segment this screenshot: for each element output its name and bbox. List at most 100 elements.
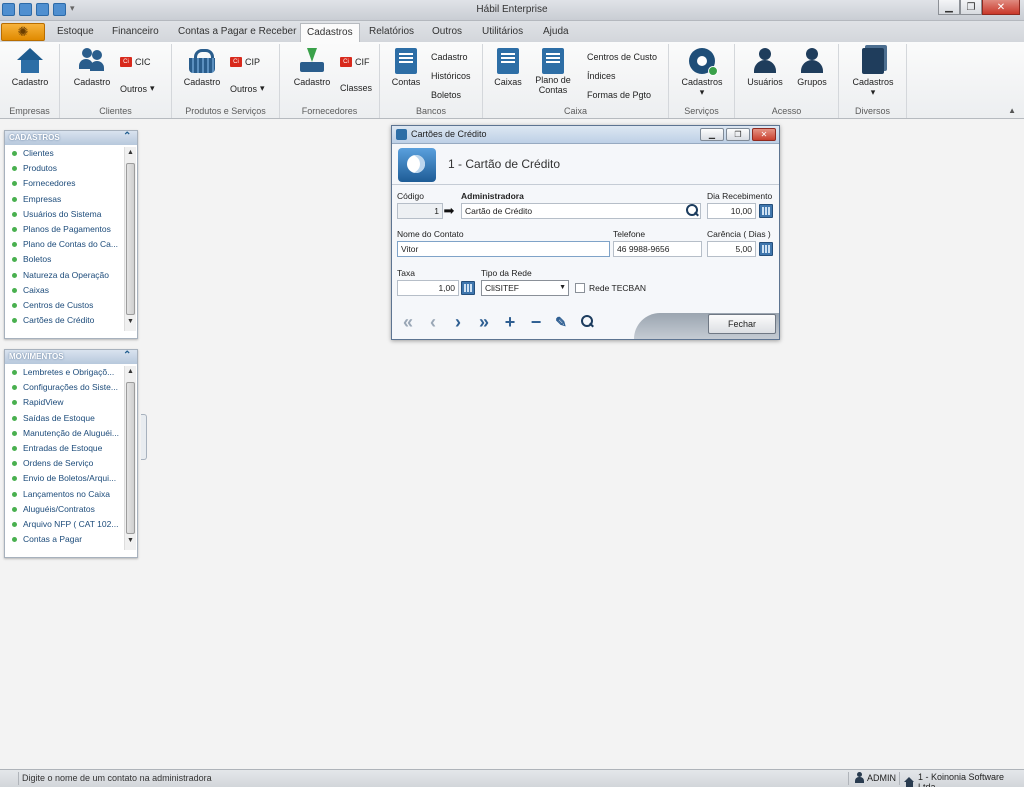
taxa-field[interactable]: 1,00 — [397, 280, 459, 296]
list-item[interactable]: Fornecedores — [5, 176, 124, 191]
produtos-cadastro-button[interactable]: Cadastro — [180, 48, 224, 87]
bancos-cadastro-button[interactable]: Cadastro — [431, 52, 468, 62]
list-item[interactable]: Lançamentos no Caixa — [5, 487, 124, 502]
tab-cadastros[interactable]: Cadastros — [300, 23, 360, 43]
dia-recebimento-field[interactable]: 10,00 — [707, 203, 756, 219]
next-record-icon[interactable]: › — [448, 312, 468, 332]
list-item[interactable]: Clientes — [5, 146, 124, 161]
scroll-up-icon[interactable]: ▲ — [125, 368, 136, 379]
arrow-right-icon[interactable]: ➡ — [441, 204, 457, 218]
application-menu-button[interactable]: ✺ — [1, 23, 45, 41]
dialog-maximize-button[interactable]: ❐ — [726, 128, 750, 141]
contas-button[interactable]: Contas — [386, 48, 426, 87]
list-item[interactable]: Empresas — [5, 192, 124, 207]
tab-utilitarios[interactable]: Utilitários — [482, 26, 523, 37]
tab-relatorios[interactable]: Relatórios — [369, 26, 414, 37]
list-item[interactable]: RapidView — [5, 395, 124, 410]
list-item[interactable]: Cartões de Crédito — [5, 313, 124, 328]
list-item[interactable]: Manutenção de Aluguéi... — [5, 426, 124, 441]
list-item[interactable]: Configurações do Siste... — [5, 380, 124, 395]
scroll-up-icon[interactable]: ▲ — [125, 149, 136, 160]
tab-ajuda[interactable]: Ajuda — [543, 26, 569, 37]
formas-de-pgto-button[interactable]: Formas de Pgto — [587, 90, 651, 100]
chevron-up-icon[interactable]: ⌃ — [123, 350, 134, 363]
search-icon[interactable] — [685, 204, 699, 218]
list-item[interactable]: Planos de Pagamentos — [5, 222, 124, 237]
calculator-icon[interactable] — [461, 281, 475, 295]
list-item[interactable]: Lembretes e Obrigaçõ... — [5, 365, 124, 380]
grupos-button[interactable]: Grupos — [791, 48, 833, 87]
list-item[interactable]: Contas a Pagar — [5, 532, 124, 547]
nome-contato-field[interactable]: Vitor — [397, 241, 610, 257]
dialog-close-button[interactable]: ✕ — [752, 128, 776, 141]
list-item[interactable]: Saídas de Estoque — [5, 411, 124, 426]
fornecedores-cadastro-button[interactable]: Cadastro — [290, 48, 334, 87]
produtos-outros-button[interactable]: Outros ▾ — [230, 83, 265, 94]
historicos-button[interactable]: Históricos — [431, 71, 471, 81]
remove-record-icon[interactable]: − — [526, 312, 546, 332]
rede-tecban-checkbox[interactable] — [575, 283, 585, 293]
close-button[interactable]: ✕ — [982, 0, 1020, 15]
cadastros-scrollbar[interactable]: ▲ ▼ — [124, 147, 136, 331]
fechar-button[interactable]: Fechar — [708, 314, 776, 334]
list-item[interactable]: Arquivo NFP ( CAT 102... — [5, 517, 124, 532]
list-item[interactable]: Entradas de Estoque — [5, 441, 124, 456]
tab-financeiro[interactable]: Financeiro — [112, 26, 159, 37]
edit-record-icon[interactable]: ✎ — [551, 312, 571, 332]
calculator-icon[interactable] — [759, 204, 773, 218]
last-record-icon[interactable]: » — [474, 312, 494, 332]
scroll-thumb[interactable] — [126, 163, 135, 315]
tab-estoque[interactable]: Estoque — [57, 26, 94, 37]
list-item[interactable]: Caixas — [5, 283, 124, 298]
scroll-down-icon[interactable]: ▼ — [125, 318, 136, 329]
list-item[interactable]: Aluguéis/Contratos — [5, 502, 124, 517]
list-item[interactable]: Natureza da Operação — [5, 268, 124, 283]
cip-button[interactable]: Ci CIP — [230, 57, 260, 67]
movimentos-scrollbar[interactable]: ▲ ▼ — [124, 366, 136, 550]
tab-outros[interactable]: Outros — [432, 26, 462, 37]
calculator-icon[interactable] — [759, 242, 773, 256]
panel-splitter[interactable] — [141, 414, 147, 460]
list-item[interactable]: Ordens de Serviço — [5, 456, 124, 471]
servicos-cadastros-button[interactable]: Cadastros ▾ — [677, 48, 727, 98]
tab-contas-pagar-receber[interactable]: Contas a Pagar e Receber — [178, 26, 296, 37]
previous-record-icon[interactable]: ‹ — [423, 312, 443, 332]
empresas-cadastro-button[interactable]: Cadastro — [8, 48, 52, 87]
maximize-button[interactable]: ❐ — [960, 0, 982, 15]
list-item[interactable]: Produtos — [5, 161, 124, 176]
scroll-down-icon[interactable]: ▼ — [125, 537, 136, 548]
list-item[interactable]: Envio de Boletos/Arqui... — [5, 471, 124, 486]
tipo-rede-select[interactable]: CliSITEF ▼ — [481, 280, 569, 296]
collapse-ribbon-icon[interactable]: ▲ — [1008, 106, 1016, 115]
list-item[interactable]: Plano de Contas do Ca... — [5, 237, 124, 252]
cadastros-panel-header[interactable]: CADASTROS ⌃ — [5, 131, 137, 145]
clientes-outros-button[interactable]: Outros ▾ — [120, 83, 155, 94]
telefone-field[interactable]: 46 9988-9656 — [613, 241, 702, 257]
chevron-up-icon[interactable]: ⌃ — [123, 131, 134, 144]
cif-button[interactable]: Ci CIF — [340, 57, 370, 67]
carencia-field[interactable]: 5,00 — [707, 241, 756, 257]
plano-de-contas-button[interactable]: Plano de Contas — [531, 48, 575, 95]
ribbon: Cadastro Empresas Cadastro Ci CIC Outros ▾… — [0, 42, 1024, 119]
list-item[interactable]: Centros de Custos — [5, 298, 124, 313]
usuarios-button[interactable]: Usuários — [743, 48, 787, 87]
movimentos-panel-header[interactable]: MOVIMENTOS ⌃ — [5, 350, 137, 364]
cic-button[interactable]: Ci CIC — [120, 57, 151, 67]
codigo-field[interactable]: 1 — [397, 203, 443, 219]
centros-de-custo-button[interactable]: Centros de Custo — [587, 52, 657, 62]
administradora-field[interactable]: Cartão de Crédito — [461, 203, 701, 219]
minimize-button[interactable]: ▁ — [938, 0, 960, 15]
dialog-minimize-button[interactable]: ▁ — [700, 128, 724, 141]
list-item[interactable]: Usuários do Sistema — [5, 207, 124, 222]
list-item[interactable]: Boletos — [5, 252, 124, 267]
scroll-thumb[interactable] — [126, 382, 135, 534]
classes-button[interactable]: Classes — [340, 83, 372, 93]
add-record-icon[interactable]: + — [500, 312, 520, 332]
diversos-cadastros-button[interactable]: Cadastros ▾ — [847, 48, 899, 98]
first-record-icon[interactable]: « — [398, 312, 418, 332]
boletos-button[interactable]: Boletos — [431, 90, 461, 100]
indices-button[interactable]: Índices — [587, 71, 616, 81]
caixas-button[interactable]: Caixas — [489, 48, 527, 87]
clientes-cadastro-button[interactable]: Cadastro — [70, 48, 114, 87]
search-record-icon[interactable] — [580, 315, 594, 329]
